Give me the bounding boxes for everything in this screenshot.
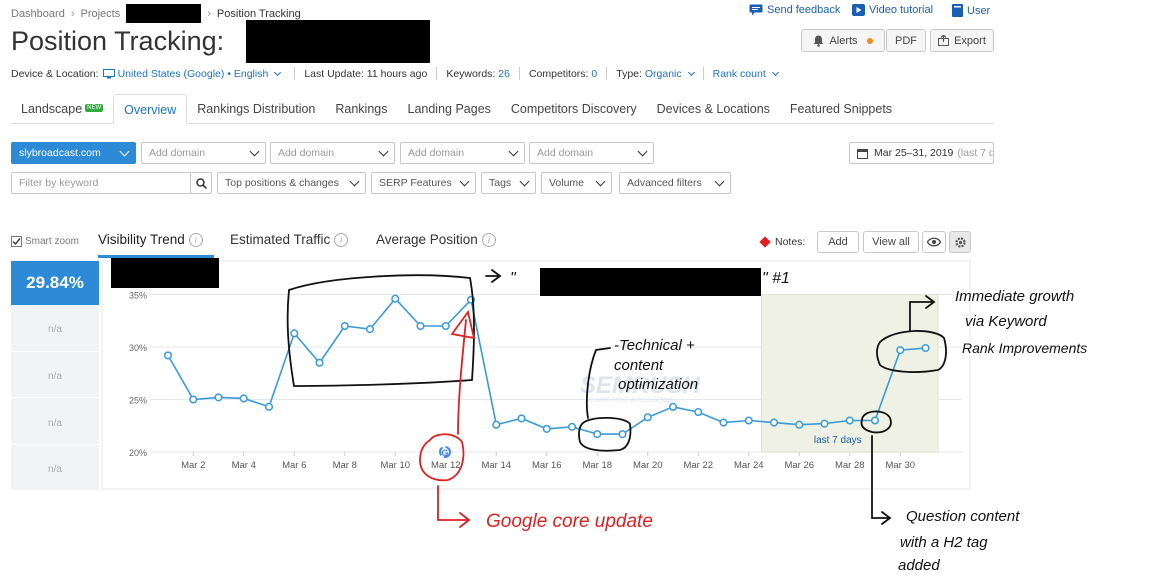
- x-tick-label: Mar 20: [633, 460, 663, 471]
- data-point[interactable]: [264, 402, 274, 411]
- data-point[interactable]: [643, 413, 652, 422]
- x-tick-label: Mar 22: [683, 460, 713, 471]
- x-axis-ticks: Mar 2 Mar 4 Mar 6 Mar 8 Mar 10 Mar 12 Mar 14 Ma…: [181, 452, 915, 471]
- data-point[interactable]: [694, 408, 703, 417]
- data-point[interactable]: [340, 321, 349, 331]
- x-tick-label: Mar 24: [734, 460, 764, 471]
- x-tick-label: Mar 2: [181, 460, 205, 471]
- annotation-technical-line2: content: [614, 357, 664, 374]
- data-point[interactable]: [517, 414, 526, 423]
- data-point[interactable]: [719, 418, 728, 427]
- last-7-days-highlight: [760, 294, 939, 453]
- annotation-question-line1: Question content: [906, 508, 1020, 525]
- y-tick-label: 25%: [129, 396, 147, 406]
- data-point[interactable]: [795, 420, 804, 429]
- x-tick-label: Mar 12: [431, 460, 461, 471]
- data-point[interactable]: [593, 430, 602, 439]
- data-point[interactable]: [214, 393, 223, 402]
- data-point[interactable]: [290, 329, 299, 338]
- annotation-question-line3: added: [898, 557, 940, 574]
- annotation-top-prefix: ": [510, 270, 517, 287]
- y-tick-label: 20%: [129, 448, 147, 458]
- data-point[interactable]: [315, 358, 324, 367]
- google-update-marker-icon[interactable]: G: [439, 446, 451, 458]
- data-point[interactable]: [365, 325, 375, 334]
- data-point[interactable]: [820, 419, 829, 428]
- data-point[interactable]: [744, 416, 753, 425]
- x-tick-label: Mar 18: [582, 460, 612, 471]
- data-point[interactable]: [542, 424, 551, 433]
- x-tick-label: Mar 28: [835, 460, 865, 471]
- data-point[interactable]: [239, 394, 248, 403]
- data-point[interactable]: [896, 346, 905, 355]
- annotation-arrow-right: [485, 269, 502, 283]
- redacted-keyword: [540, 268, 761, 296]
- y-tick-label: 30%: [129, 343, 147, 353]
- annotation-technical-line1: -Technical +: [614, 337, 695, 354]
- x-tick-label: Mar 4: [232, 460, 256, 471]
- data-point[interactable]: [870, 416, 880, 425]
- annotation-top-suffix: " #1: [762, 270, 790, 287]
- x-tick-label: Mar 16: [532, 460, 562, 471]
- semrush-watermark-sub: COMPETITIVE INTELLIGENCE: [588, 398, 674, 404]
- annotation-box-peak: [286, 274, 475, 387]
- data-point[interactable]: [769, 418, 779, 427]
- data-point[interactable]: [416, 321, 425, 331]
- data-point[interactable]: [163, 351, 173, 360]
- data-point[interactable]: [441, 321, 450, 331]
- annotation-question-line2: with a H2 tag: [900, 534, 988, 551]
- data-point[interactable]: [845, 416, 854, 425]
- data-point[interactable]: [189, 395, 198, 404]
- data-point[interactable]: [492, 420, 501, 429]
- data-point[interactable]: [567, 422, 577, 431]
- x-tick-label: Mar 6: [282, 460, 306, 471]
- x-tick-label: Mar 26: [784, 460, 814, 471]
- handwritten-annotations-red: [419, 309, 476, 528]
- annotation-growth-line2: via Keyword: [965, 313, 1047, 330]
- data-point[interactable]: [921, 344, 930, 353]
- svg-text:G: G: [442, 448, 449, 458]
- data-point[interactable]: [618, 430, 627, 439]
- annotation-technical-line3: optimization: [618, 376, 698, 393]
- x-tick-label: Mar 8: [333, 460, 357, 471]
- x-tick-label: Mar 14: [481, 460, 511, 471]
- data-point[interactable]: [391, 294, 400, 303]
- last-7-days-label: last 7 days: [814, 435, 862, 446]
- annotation-growth-line3: Rank Improvements: [962, 340, 1087, 356]
- data-point[interactable]: [668, 402, 678, 411]
- x-tick-label: Mar 10: [380, 460, 410, 471]
- annotation-google-core-update: Google core update: [486, 511, 653, 532]
- x-tick-label: Mar 30: [885, 460, 915, 471]
- annotation-red-arrow: [437, 485, 471, 528]
- annotation-growth-line1: Immediate growth: [955, 288, 1074, 305]
- y-tick-label: 35%: [129, 291, 147, 301]
- y-axis-ticks: 20% 25% 30% 35%: [129, 291, 147, 459]
